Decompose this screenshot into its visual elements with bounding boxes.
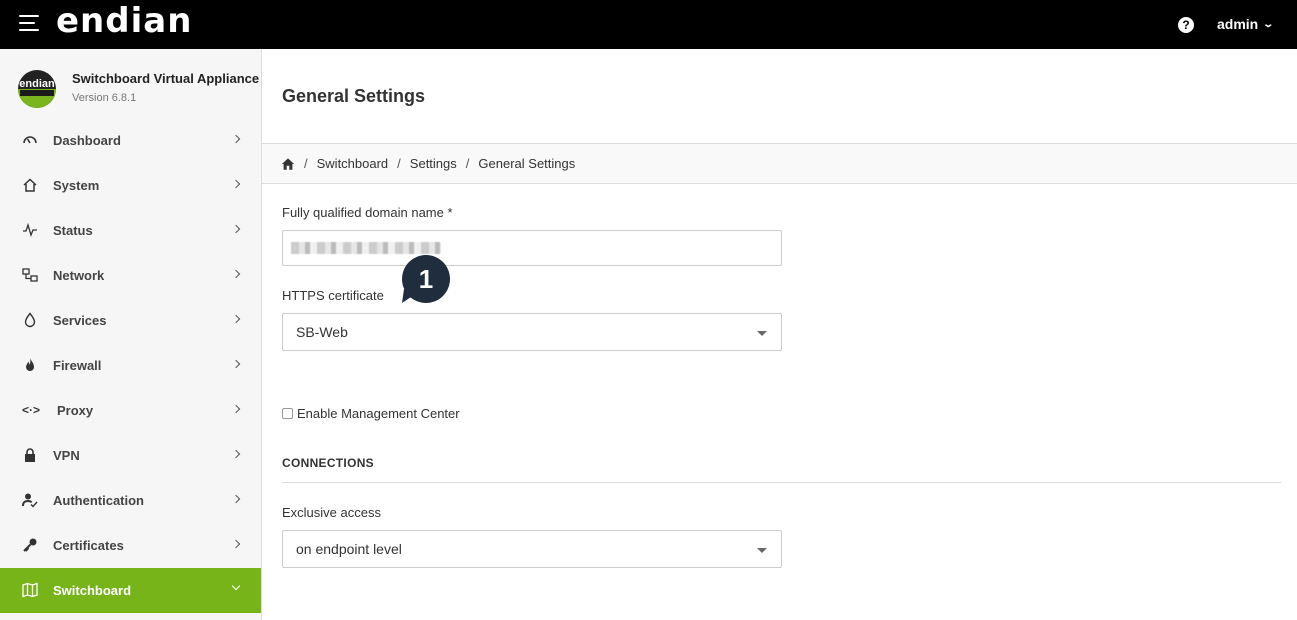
- fqdn-input[interactable]: [282, 230, 782, 266]
- page-title: General Settings: [282, 86, 426, 106]
- chevron-right-icon: [231, 539, 241, 549]
- sidebar-item-proxy[interactable]: <·> Proxy: [0, 388, 261, 433]
- user-check-icon: [22, 492, 38, 508]
- main-content: General Settings / Switchboard / Setting…: [262, 49, 1297, 620]
- sidebar-item-status[interactable]: Status: [0, 208, 261, 253]
- chevron-right-icon: [231, 359, 241, 369]
- endian-logo[interactable]: endian: [56, 1, 192, 41]
- app-version: Version 6.8.1: [72, 92, 137, 104]
- sidebar-item-label: Dashboard: [53, 133, 121, 148]
- sidebar-nav: Dashboard System Status Network Services…: [0, 118, 261, 613]
- network-icon: [22, 267, 38, 283]
- chevron-right-icon: [231, 449, 241, 459]
- chevron-down-icon: [231, 581, 241, 591]
- sidebar-item-label: Proxy: [57, 403, 94, 418]
- menu-icon[interactable]: [19, 15, 39, 33]
- divider: [282, 482, 1281, 483]
- breadcrumb-separator: /: [465, 156, 470, 171]
- help-icon[interactable]: ?: [1178, 17, 1194, 33]
- sidebar: endian Switchboard Virtual Appliance Ver…: [0, 49, 262, 620]
- sidebar-item-network[interactable]: Network: [0, 253, 261, 298]
- caret-down-icon: [757, 331, 767, 336]
- app-name: Switchboard Virtual Appliance: [72, 71, 260, 86]
- sidebar-item-system[interactable]: System: [0, 163, 261, 208]
- exclusive-access-select[interactable]: on endpoint level: [282, 530, 782, 568]
- sidebar-item-vpn[interactable]: VPN: [0, 433, 261, 478]
- key-icon: [22, 537, 38, 553]
- home-icon[interactable]: [281, 157, 295, 171]
- sidebar-item-certificates[interactable]: Certificates: [0, 523, 261, 568]
- exclusive-access-label: Exclusive access: [282, 505, 381, 520]
- chevron-right-icon: [231, 404, 241, 414]
- caret-down-icon: [757, 548, 767, 553]
- home-icon: [22, 177, 38, 193]
- step-marker[interactable]: 1: [400, 255, 452, 303]
- management-center-checkbox-row[interactable]: Enable Management Center: [282, 406, 460, 421]
- chevron-right-icon: [231, 314, 241, 324]
- sidebar-item-services[interactable]: Services: [0, 298, 261, 343]
- breadcrumb: / Switchboard / Settings / General Setti…: [262, 143, 1297, 184]
- sidebar-item-label: VPN: [53, 448, 80, 463]
- sidebar-item-label: Switchboard: [53, 583, 132, 598]
- pulse-icon: [22, 222, 38, 238]
- sidebar-item-label: Services: [53, 313, 107, 328]
- user-name: admin: [1217, 16, 1259, 32]
- switchboard-logo: endian: [18, 70, 56, 108]
- sidebar-item-switchboard[interactable]: Switchboard: [0, 568, 261, 613]
- chevron-right-icon: [231, 224, 241, 234]
- connections-heading: CONNECTIONS: [282, 456, 374, 470]
- https-certificate-select[interactable]: SB-Web: [282, 313, 782, 351]
- lock-icon: [22, 447, 38, 463]
- sidebar-item-label: Network: [53, 268, 105, 283]
- https-certificate-value: SB-Web: [296, 324, 348, 340]
- gauge-icon: [22, 132, 38, 148]
- map-icon: [22, 582, 38, 598]
- breadcrumb-separator: /: [397, 156, 401, 171]
- top-bar: endian ? admin ⌄: [0, 0, 1297, 49]
- sidebar-item-label: Firewall: [53, 358, 102, 373]
- redacted-value: [291, 242, 441, 254]
- exclusive-access-value: on endpoint level: [296, 541, 402, 557]
- chevron-right-icon: [231, 494, 241, 504]
- sidebar-item-label: Authentication: [53, 493, 144, 508]
- breadcrumb-settings[interactable]: Settings: [410, 156, 457, 171]
- sidebar-item-label: Certificates: [53, 538, 124, 553]
- step-marker-number: 1: [419, 264, 433, 294]
- proxy-icon: <·>: [21, 403, 40, 417]
- management-center-label: Enable Management Center: [297, 406, 460, 421]
- management-center-checkbox[interactable]: [282, 408, 293, 419]
- sidebar-item-authentication[interactable]: Authentication: [0, 478, 261, 523]
- drop-icon: [22, 312, 38, 328]
- sidebar-item-firewall[interactable]: Firewall: [0, 343, 261, 388]
- fqdn-label: Fully qualified domain name *: [282, 205, 453, 220]
- app-info: endian Switchboard Virtual Appliance Ver…: [0, 49, 261, 118]
- breadcrumb-switchboard[interactable]: Switchboard: [317, 156, 389, 171]
- https-certificate-label: HTTPS certificate: [282, 288, 384, 303]
- breadcrumb-separator: /: [304, 156, 308, 171]
- user-menu[interactable]: admin ⌄: [1217, 16, 1275, 32]
- chevron-right-icon: [231, 179, 241, 189]
- breadcrumb-general-settings: General Settings: [478, 156, 576, 171]
- sidebar-item-label: System: [53, 178, 100, 193]
- chevron-right-icon: [231, 134, 241, 144]
- chevron-down-icon: ⌄: [1262, 18, 1275, 30]
- flame-icon: [22, 357, 38, 373]
- chevron-right-icon: [231, 269, 241, 279]
- sidebar-item-dashboard[interactable]: Dashboard: [0, 118, 261, 163]
- sidebar-item-label: Status: [53, 223, 93, 238]
